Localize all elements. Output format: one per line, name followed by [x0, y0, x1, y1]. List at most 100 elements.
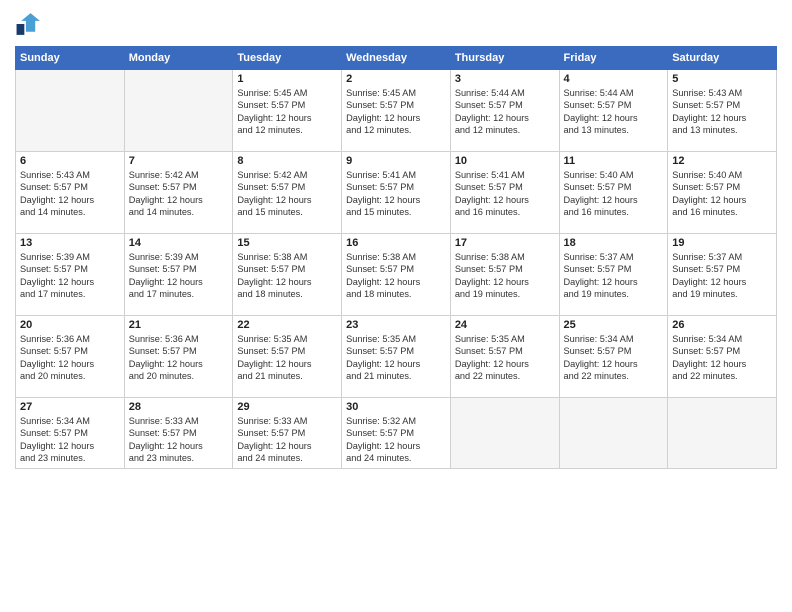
page: SundayMondayTuesdayWednesdayThursdayFrid… — [0, 0, 792, 612]
day-number: 25 — [564, 319, 664, 331]
day-info: Sunrise: 5:37 AM Sunset: 5:57 PM Dayligh… — [672, 251, 772, 301]
header — [15, 10, 777, 38]
calendar-cell: 22 Sunrise: 5:35 AM Sunset: 5:57 PM Dayli… — [233, 316, 342, 398]
calendar-cell: 13 Sunrise: 5:39 AM Sunset: 5:57 PM Dayli… — [16, 234, 125, 316]
day-info: Sunrise: 5:34 AM Sunset: 5:57 PM Dayligh… — [672, 333, 772, 383]
day-number: 13 — [20, 237, 120, 249]
day-info: Sunrise: 5:38 AM Sunset: 5:57 PM Dayligh… — [346, 251, 446, 301]
day-number: 21 — [129, 319, 229, 331]
calendar-cell — [668, 398, 777, 469]
day-number: 28 — [129, 401, 229, 413]
calendar-cell: 21 Sunrise: 5:36 AM Sunset: 5:57 PM Dayli… — [124, 316, 233, 398]
weekday-header: Sunday — [16, 47, 125, 70]
day-number: 10 — [455, 155, 555, 167]
calendar-cell: 2 Sunrise: 5:45 AM Sunset: 5:57 PM Daylig… — [342, 70, 451, 152]
day-info: Sunrise: 5:35 AM Sunset: 5:57 PM Dayligh… — [237, 333, 337, 383]
calendar-cell: 19 Sunrise: 5:37 AM Sunset: 5:57 PM Dayli… — [668, 234, 777, 316]
calendar-cell: 26 Sunrise: 5:34 AM Sunset: 5:57 PM Dayli… — [668, 316, 777, 398]
calendar-cell: 16 Sunrise: 5:38 AM Sunset: 5:57 PM Dayli… — [342, 234, 451, 316]
calendar-cell: 30Sunrise: 5:32 AM Sunset: 5:57 PM Dayli… — [342, 398, 451, 469]
calendar-week-row: 27 Sunrise: 5:34 AM Sunset: 5:57 PM Dayli… — [16, 398, 777, 469]
calendar-cell: 10Sunrise: 5:41 AM Sunset: 5:57 PM Dayli… — [450, 152, 559, 234]
calendar-cell: 17 Sunrise: 5:38 AM Sunset: 5:57 PM Dayli… — [450, 234, 559, 316]
calendar-cell: 20 Sunrise: 5:36 AM Sunset: 5:57 PM Dayli… — [16, 316, 125, 398]
day-number: 22 — [237, 319, 337, 331]
day-number: 27 — [20, 401, 120, 413]
day-number: 2 — [346, 73, 446, 85]
day-info: Sunrise: 5:35 AM Sunset: 5:57 PM Dayligh… — [346, 333, 446, 383]
calendar-cell: 14 Sunrise: 5:39 AM Sunset: 5:57 PM Dayli… — [124, 234, 233, 316]
calendar-cell: 25 Sunrise: 5:34 AM Sunset: 5:57 PM Dayli… — [559, 316, 668, 398]
day-info: Sunrise: 5:41 AM Sunset: 5:57 PM Dayligh… — [346, 169, 446, 219]
day-number: 19 — [672, 237, 772, 249]
day-info: Sunrise: 5:45 AM Sunset: 5:57 PM Dayligh… — [237, 87, 337, 137]
day-info: Sunrise: 5:44 AM Sunset: 5:57 PM Dayligh… — [455, 87, 555, 137]
calendar-week-row: 1 Sunrise: 5:45 AM Sunset: 5:57 PM Daylig… — [16, 70, 777, 152]
day-number: 26 — [672, 319, 772, 331]
calendar-week-row: 13 Sunrise: 5:39 AM Sunset: 5:57 PM Dayli… — [16, 234, 777, 316]
weekday-header: Saturday — [668, 47, 777, 70]
day-info: Sunrise: 5:37 AM Sunset: 5:57 PM Dayligh… — [564, 251, 664, 301]
day-number: 8 — [237, 155, 337, 167]
day-info: Sunrise: 5:45 AM Sunset: 5:57 PM Dayligh… — [346, 87, 446, 137]
calendar-cell: 23Sunrise: 5:35 AM Sunset: 5:57 PM Dayli… — [342, 316, 451, 398]
weekday-header: Friday — [559, 47, 668, 70]
calendar-cell — [559, 398, 668, 469]
day-info: Sunrise: 5:33 AM Sunset: 5:57 PM Dayligh… — [129, 415, 229, 465]
day-number: 16 — [346, 237, 446, 249]
calendar-cell: 12 Sunrise: 5:40 AM Sunset: 5:57 PM Dayli… — [668, 152, 777, 234]
calendar-cell: 1 Sunrise: 5:45 AM Sunset: 5:57 PM Daylig… — [233, 70, 342, 152]
day-number: 12 — [672, 155, 772, 167]
calendar-cell — [450, 398, 559, 469]
weekday-header: Tuesday — [233, 47, 342, 70]
calendar: SundayMondayTuesdayWednesdayThursdayFrid… — [15, 46, 777, 469]
calendar-cell: 3Sunrise: 5:44 AM Sunset: 5:57 PM Daylig… — [450, 70, 559, 152]
weekday-header: Monday — [124, 47, 233, 70]
calendar-cell: 18 Sunrise: 5:37 AM Sunset: 5:57 PM Dayli… — [559, 234, 668, 316]
calendar-cell: 8 Sunrise: 5:42 AM Sunset: 5:57 PM Daylig… — [233, 152, 342, 234]
day-number: 24 — [455, 319, 555, 331]
day-info: Sunrise: 5:39 AM Sunset: 5:57 PM Dayligh… — [20, 251, 120, 301]
day-info: Sunrise: 5:39 AM Sunset: 5:57 PM Dayligh… — [129, 251, 229, 301]
calendar-week-row: 20 Sunrise: 5:36 AM Sunset: 5:57 PM Dayli… — [16, 316, 777, 398]
day-info: Sunrise: 5:36 AM Sunset: 5:57 PM Dayligh… — [129, 333, 229, 383]
calendar-cell: 4Sunrise: 5:44 AM Sunset: 5:57 PM Daylig… — [559, 70, 668, 152]
day-info: Sunrise: 5:38 AM Sunset: 5:57 PM Dayligh… — [455, 251, 555, 301]
calendar-cell: 29 Sunrise: 5:33 AM Sunset: 5:57 PM Dayli… — [233, 398, 342, 469]
day-info: Sunrise: 5:40 AM Sunset: 5:57 PM Dayligh… — [564, 169, 664, 219]
day-number: 15 — [237, 237, 337, 249]
day-info: Sunrise: 5:40 AM Sunset: 5:57 PM Dayligh… — [672, 169, 772, 219]
calendar-cell: 7Sunrise: 5:42 AM Sunset: 5:57 PM Daylig… — [124, 152, 233, 234]
day-number: 1 — [237, 73, 337, 85]
weekday-header: Wednesday — [342, 47, 451, 70]
calendar-cell: 27 Sunrise: 5:34 AM Sunset: 5:57 PM Dayli… — [16, 398, 125, 469]
day-info: Sunrise: 5:32 AM Sunset: 5:57 PM Dayligh… — [346, 415, 446, 465]
day-number: 20 — [20, 319, 120, 331]
calendar-cell: 11 Sunrise: 5:40 AM Sunset: 5:57 PM Dayli… — [559, 152, 668, 234]
day-number: 18 — [564, 237, 664, 249]
logo — [15, 10, 47, 38]
calendar-cell: 9 Sunrise: 5:41 AM Sunset: 5:57 PM Daylig… — [342, 152, 451, 234]
day-info: Sunrise: 5:36 AM Sunset: 5:57 PM Dayligh… — [20, 333, 120, 383]
day-number: 6 — [20, 155, 120, 167]
calendar-cell: 24 Sunrise: 5:35 AM Sunset: 5:57 PM Dayli… — [450, 316, 559, 398]
day-number: 29 — [237, 401, 337, 413]
day-info: Sunrise: 5:35 AM Sunset: 5:57 PM Dayligh… — [455, 333, 555, 383]
day-info: Sunrise: 5:42 AM Sunset: 5:57 PM Dayligh… — [237, 169, 337, 219]
day-number: 7 — [129, 155, 229, 167]
day-info: Sunrise: 5:43 AM Sunset: 5:57 PM Dayligh… — [20, 169, 120, 219]
calendar-week-row: 6 Sunrise: 5:43 AM Sunset: 5:57 PM Daylig… — [16, 152, 777, 234]
weekday-header: Thursday — [450, 47, 559, 70]
day-info: Sunrise: 5:34 AM Sunset: 5:57 PM Dayligh… — [564, 333, 664, 383]
day-info: Sunrise: 5:44 AM Sunset: 5:57 PM Dayligh… — [564, 87, 664, 137]
calendar-cell: 5Sunrise: 5:43 AM Sunset: 5:57 PM Daylig… — [668, 70, 777, 152]
day-number: 14 — [129, 237, 229, 249]
day-number: 11 — [564, 155, 664, 167]
calendar-cell — [124, 70, 233, 152]
day-info: Sunrise: 5:34 AM Sunset: 5:57 PM Dayligh… — [20, 415, 120, 465]
calendar-cell — [16, 70, 125, 152]
day-info: Sunrise: 5:38 AM Sunset: 5:57 PM Dayligh… — [237, 251, 337, 301]
day-info: Sunrise: 5:33 AM Sunset: 5:57 PM Dayligh… — [237, 415, 337, 465]
day-number: 17 — [455, 237, 555, 249]
day-number: 9 — [346, 155, 446, 167]
